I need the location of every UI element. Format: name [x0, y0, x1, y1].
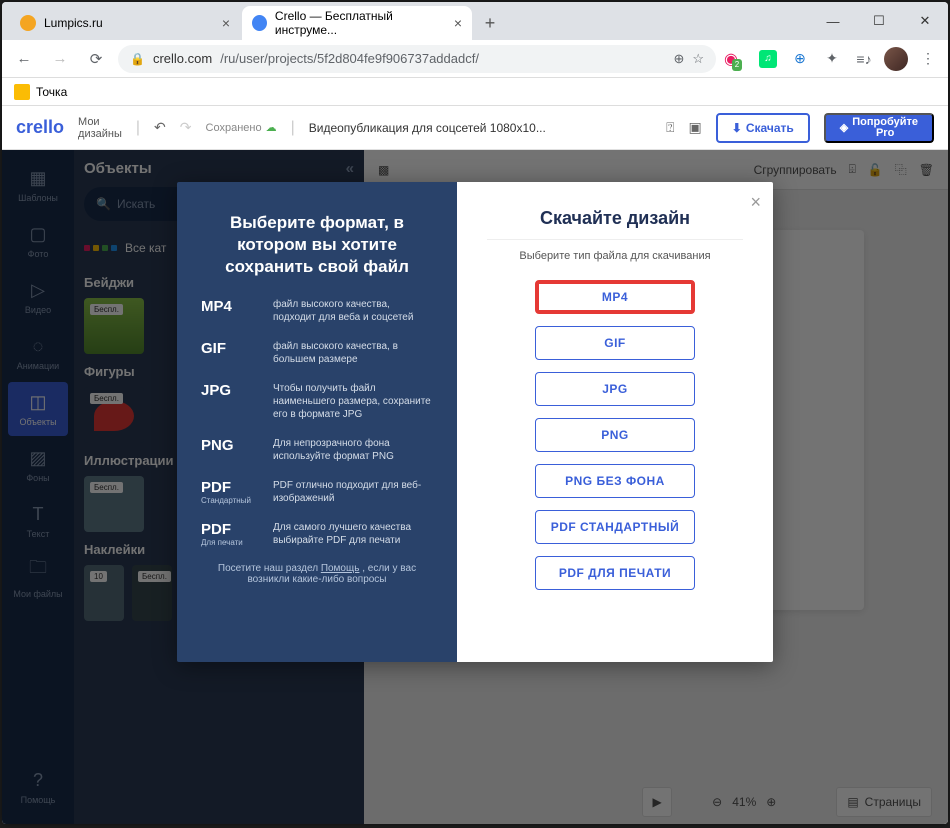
favicon-icon — [20, 15, 36, 31]
download-button[interactable]: ⬇Скачать — [716, 113, 810, 143]
playlist-icon[interactable]: ≡♪ — [852, 47, 876, 71]
modal-overlay[interactable]: Выберите формат, в котором вы хотите сох… — [2, 150, 948, 824]
help-link[interactable]: Помощь — [321, 563, 360, 574]
undo-button[interactable]: ↶ — [154, 119, 166, 136]
help-text: Посетите наш раздел Помощь , если у вас … — [201, 563, 433, 585]
url-path: /ru/user/projects/5f2d804fe9f906737addad… — [220, 51, 479, 66]
modal-left: Выберите формат, в котором вы хотите сох… — [177, 182, 457, 662]
profile-avatar[interactable] — [884, 47, 908, 71]
format-option-jpg[interactable]: JPG — [535, 372, 695, 406]
browser-tab[interactable]: Lumpics.ru × — [10, 6, 240, 40]
try-pro-button[interactable]: ◈Попробуйте Pro — [824, 113, 934, 143]
modal-left-title: Выберите формат, в котором вы хотите сох… — [201, 212, 433, 278]
format-option-gif[interactable]: GIF — [535, 326, 695, 360]
browser-tab-active[interactable]: Crello — Бесплатный инструме... × — [242, 6, 472, 40]
extension-music[interactable]: ♫ — [756, 47, 780, 71]
close-icon[interactable]: × — [222, 15, 230, 31]
favicon-icon — [252, 15, 267, 31]
cloud-icon: ☁ — [266, 121, 277, 134]
format-option-png-nobg[interactable]: PNG БЕЗ ФОНА — [535, 464, 695, 498]
new-tab-button[interactable]: + — [476, 9, 504, 37]
present-icon[interactable]: ▣ — [689, 119, 702, 136]
app-logo[interactable]: crello — [16, 117, 64, 138]
tab-title: Lumpics.ru — [44, 16, 103, 30]
menu-icon[interactable]: ⋮ — [916, 47, 940, 71]
format-option-png[interactable]: PNG — [535, 418, 695, 452]
modal-right-subtitle: Выберите тип файла для скачивания — [487, 250, 743, 262]
format-option-pdf-print[interactable]: PDF ДЛЯ ПЕЧАТИ — [535, 556, 695, 590]
lock-icon: 🔒 — [130, 52, 145, 66]
address-bar: ← → ⟳ 🔒 crello.com/ru/user/projects/5f2d… — [2, 40, 948, 78]
back-button[interactable]: ← — [10, 45, 38, 73]
url-input[interactable]: 🔒 crello.com/ru/user/projects/5f2d804fe9… — [118, 45, 716, 73]
format-option-mp4[interactable]: MP4 — [535, 280, 695, 314]
close-icon[interactable]: × — [454, 15, 462, 31]
search-in-page-icon[interactable]: ⊕ — [673, 51, 684, 67]
extension-orbit[interactable]: ◉2 — [724, 47, 748, 71]
format-option-pdf-std[interactable]: PDF СТАНДАРТНЫЙ — [535, 510, 695, 544]
maximize-button[interactable]: ☐ — [856, 2, 902, 40]
download-modal: Выберите формат, в котором вы хотите сох… — [177, 182, 773, 662]
bookmarks-bar: Точка — [2, 78, 948, 106]
url-host: crello.com — [153, 51, 212, 66]
my-designs-link[interactable]: Мои дизайны — [78, 116, 122, 140]
download-icon: ⬇ — [732, 121, 742, 135]
close-modal-icon[interactable]: × — [750, 192, 761, 213]
redo-button[interactable]: ↷ — [180, 119, 192, 136]
close-window-button[interactable]: ✕ — [902, 2, 948, 40]
save-status: Сохранено☁ — [206, 121, 277, 134]
extension-globe[interactable]: ⊕ — [788, 47, 812, 71]
app-topbar: crello Мои дизайны | ↶ ↷ Сохранено☁ | Ви… — [2, 106, 948, 150]
reload-button[interactable]: ⟳ — [82, 45, 110, 73]
share-icon[interactable]: ⍰ — [666, 119, 674, 136]
folder-icon — [14, 84, 30, 100]
modal-right-title: Скачайте дизайн — [487, 208, 743, 229]
window-titlebar: Lumpics.ru × Crello — Бесплатный инструм… — [2, 2, 948, 40]
forward-button[interactable]: → — [46, 45, 74, 73]
star-icon[interactable]: ☆ — [692, 51, 704, 67]
minimize-button[interactable]: — — [810, 2, 856, 40]
tab-title: Crello — Бесплатный инструме... — [275, 9, 446, 37]
project-title[interactable]: Видеопубликация для соцсетей 1080х10... — [309, 121, 652, 135]
bookmark-item[interactable]: Точка — [36, 85, 67, 99]
diamond-icon: ◈ — [840, 121, 848, 134]
extensions-icon[interactable]: ✦ — [820, 47, 844, 71]
modal-right: × Скачайте дизайн Выберите тип файла для… — [457, 182, 773, 662]
